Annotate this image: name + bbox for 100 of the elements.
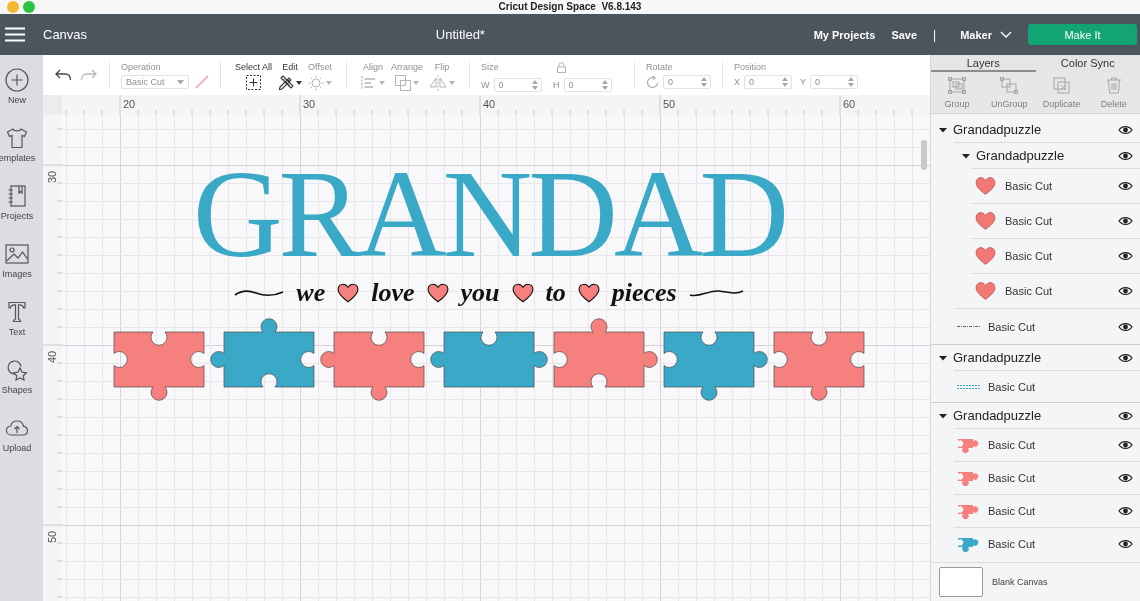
operation-label: Operation xyxy=(121,62,162,72)
heart-icon xyxy=(426,283,449,303)
pencil-ruler-icon xyxy=(278,75,295,91)
eye-icon[interactable] xyxy=(1118,410,1133,421)
caret-icon xyxy=(296,81,303,85)
eye-icon[interactable] xyxy=(1118,124,1133,135)
tagline-word: we xyxy=(296,278,326,308)
separator-text: | xyxy=(933,27,937,42)
trash-icon xyxy=(1105,76,1122,94)
duplicate-icon xyxy=(1052,76,1071,94)
menu-icon[interactable] xyxy=(5,27,25,42)
eye-icon[interactable] xyxy=(1118,251,1133,261)
eye-icon[interactable] xyxy=(1118,181,1133,191)
tagline-word: pieces xyxy=(611,278,677,308)
blank-canvas-label[interactable]: Blank Canvas xyxy=(992,577,1048,587)
layer-group-name[interactable]: Grandadpuzzle xyxy=(953,408,1042,423)
tagline-word: love xyxy=(371,278,415,308)
layer-group-name[interactable]: Grandadpuzzle xyxy=(953,122,1042,137)
document-title: Untitled* xyxy=(435,27,485,42)
eye-icon[interactable] xyxy=(1118,150,1133,161)
rotate-label: Rotate xyxy=(646,62,674,72)
undo-icon[interactable] xyxy=(54,68,72,82)
select-all-icon xyxy=(246,75,261,90)
eye-icon[interactable] xyxy=(1118,352,1133,363)
sidebar-item[interactable]: Projects xyxy=(0,184,36,222)
shapes-icon xyxy=(5,358,29,382)
caret-icon[interactable] xyxy=(962,151,970,160)
chevron-icon xyxy=(1000,31,1012,38)
eye-icon[interactable] xyxy=(1118,506,1133,516)
ungroup-icon xyxy=(1000,76,1019,94)
eye-icon[interactable] xyxy=(1118,216,1133,226)
ruler-number: 30 xyxy=(46,170,58,183)
align-left-icon xyxy=(361,75,378,91)
machine-dropdown[interactable]: Maker xyxy=(960,28,1012,41)
position-label: Position xyxy=(734,62,768,72)
field-label: Y xyxy=(800,77,807,87)
eye-icon[interactable] xyxy=(1118,440,1133,450)
field-label: W xyxy=(481,80,490,90)
layer-name[interactable]: Basic Cut xyxy=(988,538,1036,550)
layer-name[interactable]: Basic Cut xyxy=(1005,215,1053,227)
design-title: GRANDAD xyxy=(193,163,785,267)
eye-icon[interactable] xyxy=(1118,539,1133,549)
sidebar-item[interactable]: Text xyxy=(0,300,36,338)
caret-icon xyxy=(379,81,386,85)
caret-icon xyxy=(326,81,333,85)
layer-name[interactable]: Basic Cut xyxy=(988,380,1036,393)
header-link[interactable]: My Projects xyxy=(813,28,876,41)
ruler-number: 40 xyxy=(46,350,58,363)
layer-group-name[interactable]: Grandadpuzzle xyxy=(953,350,1042,365)
ruler-number: 30 xyxy=(303,98,316,110)
ruler-number: 20 xyxy=(123,98,136,110)
caret-icon[interactable] xyxy=(939,125,947,134)
image-icon xyxy=(5,242,29,266)
layer-name[interactable]: Basic Cut xyxy=(1005,285,1053,297)
eye-icon[interactable] xyxy=(1118,473,1133,483)
section-title: Canvas xyxy=(43,27,88,42)
line-swatch-icon[interactable] xyxy=(195,75,209,89)
caret-icon[interactable] xyxy=(939,411,947,420)
sidebar-item[interactable]: Upload xyxy=(0,416,36,454)
panel-tab[interactable]: Color Sync xyxy=(1035,55,1140,72)
field-label: H xyxy=(553,80,560,90)
field-label: X xyxy=(734,77,741,87)
eye-icon[interactable] xyxy=(1118,321,1133,332)
t-shirt-icon xyxy=(5,126,29,150)
sidebar-item[interactable]: emplates xyxy=(0,126,36,164)
arrange-icon xyxy=(395,75,412,91)
select-all-button[interactable]: Select All xyxy=(232,55,276,95)
eye-icon[interactable] xyxy=(1118,286,1133,296)
layer-name[interactable]: Basic Cut xyxy=(1005,250,1053,262)
layer-name[interactable]: Basic Cut xyxy=(1005,180,1053,192)
heart-icon xyxy=(337,283,360,303)
header-link[interactable]: Save xyxy=(891,28,918,41)
layer-name[interactable]: Basic Cut xyxy=(988,320,1036,333)
layer-group-name[interactable]: Grandadpuzzle xyxy=(976,148,1065,163)
layer-name[interactable]: Basic Cut xyxy=(988,505,1036,517)
window-title: Cricut Design Space V6.8.143 xyxy=(498,1,642,13)
layer-name[interactable]: Basic Cut xyxy=(988,472,1036,484)
scrollbar-thumb[interactable] xyxy=(921,140,927,170)
letter-t-icon xyxy=(5,300,29,324)
layer-name[interactable]: Basic Cut xyxy=(988,439,1036,451)
ruler-number: 50 xyxy=(46,530,58,543)
size-label: Size xyxy=(481,62,500,72)
ruler-number: 40 xyxy=(483,98,496,110)
group-icon xyxy=(948,76,967,94)
edit-button[interactable]: Edit xyxy=(275,55,306,95)
heart-icon xyxy=(577,283,600,303)
ruler-number: 50 xyxy=(663,98,676,110)
caret-icon[interactable] xyxy=(939,353,947,362)
caret-icon xyxy=(449,81,456,85)
tagline-word: to xyxy=(545,278,566,308)
offset-icon xyxy=(308,75,325,91)
ruler-number: 60 xyxy=(843,98,856,110)
sidebar-item[interactable]: Images xyxy=(0,242,36,280)
sidebar-item[interactable]: Shapes xyxy=(0,358,36,396)
flip-icon xyxy=(429,75,448,91)
heart-icon xyxy=(511,283,534,303)
caret-icon xyxy=(177,79,184,85)
blank-canvas-swatch[interactable] xyxy=(939,567,983,597)
caret-icon xyxy=(413,81,420,85)
sidebar-item[interactable]: New xyxy=(0,68,36,106)
